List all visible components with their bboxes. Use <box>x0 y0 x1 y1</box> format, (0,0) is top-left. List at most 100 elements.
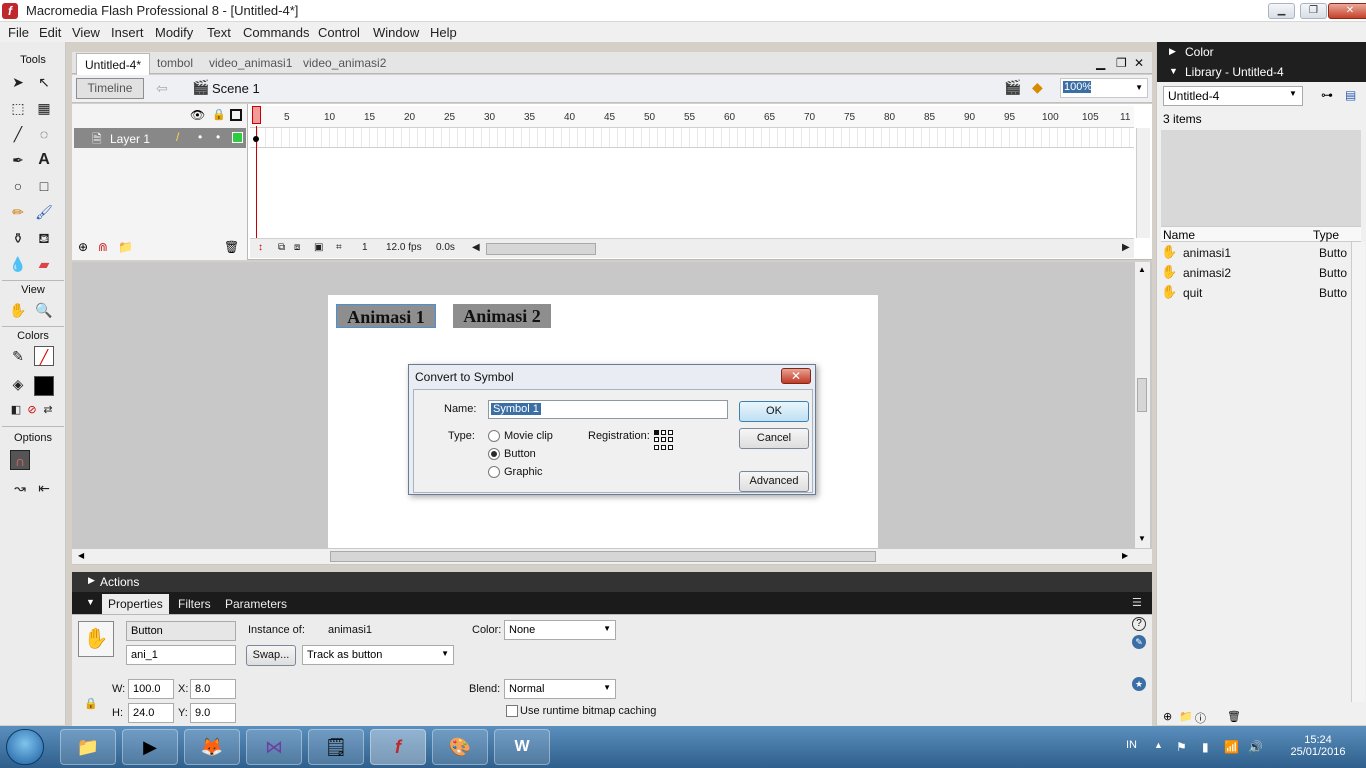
v-scroll-thumb[interactable] <box>1137 378 1147 412</box>
pin-library-icon[interactable]: ⊶ <box>1321 88 1333 102</box>
motion-guide-icon[interactable]: ⋒ <box>98 240 108 254</box>
tab-video-animasi1[interactable]: video_animasi1 <box>209 56 292 70</box>
menu-file[interactable]: File <box>8 25 29 40</box>
back-arrow-icon[interactable]: ⇦ <box>156 80 168 97</box>
edit-multiple-icon[interactable]: ▣ <box>314 242 323 253</box>
swap-colors-icon[interactable]: ⇄ <box>38 400 58 420</box>
frame-row[interactable] <box>250 128 1134 148</box>
new-library-icon[interactable]: ▤ <box>1345 88 1356 102</box>
fill-transform-icon[interactable]: ▦ <box>34 98 54 118</box>
button-type-label[interactable]: Button <box>504 448 536 460</box>
track-select[interactable]: Track as button <box>302 645 454 665</box>
scroll-left-icon[interactable]: ◀ <box>472 242 480 253</box>
menu-view[interactable]: View <box>72 25 100 40</box>
library-item[interactable]: ✋ animasi2 Butto <box>1161 264 1351 284</box>
edit-scene-icon[interactable]: 🎬 <box>1004 79 1021 96</box>
lock-icon[interactable]: 🔒 <box>212 108 226 121</box>
width-input[interactable]: 100.0 <box>128 679 174 699</box>
graphic-label[interactable]: Graphic <box>504 466 543 478</box>
registration-grid[interactable] <box>654 430 674 450</box>
paint-taskbar-icon[interactable]: 🎨 <box>432 729 488 765</box>
radio-movie-clip[interactable] <box>488 430 500 442</box>
zoom-tool-icon[interactable]: 🔍 <box>34 300 54 320</box>
swap-button[interactable]: Swap... <box>246 645 296 666</box>
fill-swatch-icon[interactable] <box>34 376 54 396</box>
bitmap-caching-checkbox[interactable] <box>506 705 518 717</box>
type-column-header[interactable]: Type <box>1313 228 1339 242</box>
rectangle-tool-icon[interactable]: □ <box>34 176 54 196</box>
stroke-color-icon[interactable]: ✎ <box>8 346 28 366</box>
dialog-close-button[interactable]: ✕ <box>781 368 811 384</box>
stroke-swatch-icon[interactable]: ╱ <box>34 346 54 366</box>
notepad-taskbar-icon[interactable]: 🗒 <box>308 729 364 765</box>
menu-window[interactable]: Window <box>373 25 419 40</box>
tab-filters[interactable]: Filters <box>178 597 211 611</box>
frame-rate[interactable]: 12.0 fps <box>386 242 422 253</box>
delete-layer-icon[interactable]: 🗑 <box>224 240 239 254</box>
ok-button[interactable]: OK <box>739 401 809 422</box>
tab-parameters[interactable]: Parameters <box>225 597 287 611</box>
timeline-v-scrollbar[interactable] <box>1136 128 1150 238</box>
playhead-marker[interactable] <box>252 106 261 124</box>
menu-control[interactable]: Control <box>318 25 360 40</box>
volume-icon[interactable]: 🔊 <box>1248 740 1263 754</box>
frame-ruler[interactable]: 1 5 10 15 20 25 30 35 40 45 50 55 60 65 … <box>250 106 1134 128</box>
straighten-icon[interactable]: ⇤ <box>34 478 54 498</box>
layer-outline-color[interactable] <box>232 132 243 143</box>
lasso-tool-icon[interactable]: ◌ <box>34 124 54 144</box>
language-indicator[interactable]: IN <box>1126 739 1137 751</box>
library-v-scrollbar[interactable] <box>1351 242 1365 702</box>
lock-dot-icon[interactable]: • <box>216 130 220 144</box>
timeline-scrollbar[interactable] <box>486 243 596 255</box>
onion-markers-icon[interactable]: ⌗ <box>336 242 342 253</box>
minimize-button[interactable]: ▁ <box>1268 3 1295 19</box>
snap-magnet-icon[interactable]: ∩ <box>10 450 30 470</box>
action-center-icon[interactable]: ⚑ <box>1176 740 1187 754</box>
eraser-icon[interactable]: ▰ <box>34 254 54 274</box>
stage-button-animasi2[interactable]: Animasi 2 <box>453 304 551 328</box>
menu-edit[interactable]: Edit <box>39 25 61 40</box>
battery-icon[interactable]: ▮ <box>1202 740 1209 754</box>
pen-tool-icon[interactable]: ✒ <box>8 150 28 170</box>
color-effect-select[interactable]: None <box>504 620 616 640</box>
library-item[interactable]: ✋ quit Butto <box>1161 284 1351 304</box>
edit-symbols-icon[interactable]: ◆ <box>1032 79 1043 96</box>
stage-v-scrollbar[interactable]: ▲ ▼ <box>1134 262 1150 548</box>
visual-studio-taskbar-icon[interactable]: ⋈ <box>246 729 302 765</box>
collapse-arrow-icon[interactable]: ▼ <box>86 597 95 607</box>
keyframe-dot[interactable] <box>253 136 259 142</box>
h-scroll-thumb[interactable] <box>330 551 876 562</box>
fill-color-icon[interactable]: ◈ <box>8 374 28 394</box>
doc-minimize-icon[interactable]: ▁ <box>1096 56 1105 70</box>
tab-properties[interactable]: Properties <box>102 594 169 614</box>
blend-select[interactable]: Normal <box>504 679 616 699</box>
menu-text[interactable]: Text <box>207 25 231 40</box>
doc-restore-icon[interactable]: ❐ <box>1116 56 1127 70</box>
menu-commands[interactable]: Commands <box>243 25 309 40</box>
oval-tool-icon[interactable]: ○ <box>8 176 28 196</box>
outline-icon[interactable] <box>230 109 242 121</box>
selection-tool-icon[interactable]: ➤ <box>8 72 28 92</box>
paint-bucket-icon[interactable]: ⛾ <box>34 228 54 248</box>
bitmap-caching-label[interactable]: Use runtime bitmap caching <box>520 705 656 717</box>
ink-bottle-icon[interactable]: ⚱ <box>8 228 28 248</box>
firefox-taskbar-icon[interactable]: 🦊 <box>184 729 240 765</box>
close-window-button[interactable]: ✕ <box>1328 3 1366 19</box>
flash-app-icon[interactable]: f <box>2 3 18 19</box>
subselection-tool-icon[interactable]: ↖ <box>34 72 54 92</box>
text-tool-icon[interactable]: A <box>34 150 54 170</box>
delete-icon[interactable]: 🗑 <box>1227 710 1241 723</box>
properties-icon[interactable]: ⓘ <box>1195 710 1206 726</box>
actions-panel-bar[interactable]: ▶ Actions <box>72 572 1152 592</box>
insert-folder-icon[interactable]: 📁 <box>118 240 133 254</box>
show-hidden-icons[interactable]: ▲ <box>1154 740 1163 750</box>
height-input[interactable]: 24.0 <box>128 703 174 723</box>
start-button[interactable] <box>6 729 44 765</box>
scroll-up-icon[interactable]: ▲ <box>1138 265 1146 274</box>
movie-clip-label[interactable]: Movie clip <box>504 430 553 442</box>
network-icon[interactable]: 📶 <box>1224 740 1239 754</box>
advanced-button[interactable]: Advanced <box>739 471 809 492</box>
onion-outlines-icon[interactable]: ⧈ <box>294 242 300 253</box>
clock[interactable]: 15:24 25/01/2016 <box>1288 734 1348 758</box>
free-transform-icon[interactable]: ⬚ <box>8 98 28 118</box>
